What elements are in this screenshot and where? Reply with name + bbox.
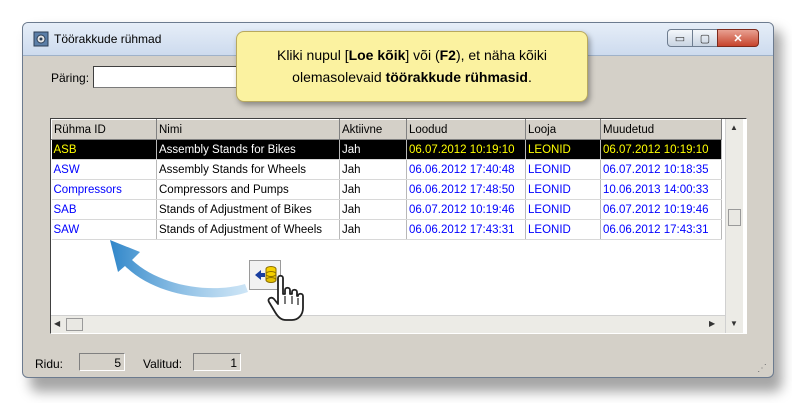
column-header-modified[interactable]: Muudetud	[600, 119, 722, 140]
scroll-right-icon[interactable]: ▶	[709, 319, 715, 328]
column-header-active[interactable]: Aktiivne	[339, 119, 407, 140]
hint-text: ] või (	[405, 47, 440, 63]
column-header-created[interactable]: Loodud	[406, 119, 526, 140]
cell-active: Jah	[339, 199, 407, 220]
maximize-icon: ▢	[699, 32, 711, 45]
hint-text: olemasolevaid	[292, 69, 386, 85]
cell-group-id: Compressors	[51, 179, 157, 200]
cell-creator: LEONID	[525, 139, 601, 160]
cell-modified: 06.07.2012 10:18:35	[600, 159, 722, 180]
minimize-icon: ▭	[674, 32, 686, 45]
hint-line-2: olemasolevaid töörakkude rühmasid.	[237, 66, 587, 88]
hint-text: .	[527, 69, 532, 85]
window-title: Töörakkude rühmad	[54, 32, 162, 46]
rows-count-value: 5	[79, 353, 125, 371]
query-input[interactable]	[93, 66, 253, 88]
cell-name: Compressors and Pumps	[156, 179, 340, 200]
hint-text: Kliki nupul [	[276, 47, 349, 63]
cell-active: Jah	[339, 179, 407, 200]
close-button[interactable]: ✕	[717, 29, 759, 47]
horizontal-scroll-thumb[interactable]	[66, 318, 83, 331]
hint-callout: Kliki nupul [Loe kõik] või (F2), et näha…	[236, 31, 588, 102]
cell-created: 06.07.2012 10:19:10	[406, 139, 526, 160]
table-row[interactable]: ASB Assembly Stands for Bikes Jah 06.07.…	[51, 139, 722, 160]
window-controls: ▭ ▢ ✕	[667, 29, 759, 47]
column-header-name[interactable]: Nimi	[156, 119, 340, 140]
cell-modified: 06.07.2012 10:19:46	[600, 199, 722, 220]
column-header-group-id[interactable]: Rühma ID	[51, 119, 157, 140]
cell-group-id: ASW	[51, 159, 157, 180]
minimize-button[interactable]: ▭	[667, 29, 693, 47]
cell-created: 06.06.2012 17:43:31	[406, 219, 526, 240]
cell-creator: LEONID	[525, 179, 601, 200]
table-row[interactable]: ASW Assembly Stands for Wheels Jah 06.06…	[51, 159, 722, 180]
scroll-down-icon[interactable]: ▼	[730, 319, 738, 328]
table-row[interactable]: SAB Stands of Adjustment of Bikes Jah 06…	[51, 199, 722, 220]
cell-active: Jah	[339, 219, 407, 240]
cell-created: 06.07.2012 10:19:46	[406, 199, 526, 220]
pointer-hand-icon	[267, 274, 304, 321]
hint-text: ), et näha kõiki	[455, 47, 548, 63]
close-icon: ✕	[733, 32, 743, 45]
curved-arrow-icon	[110, 240, 248, 298]
cell-modified: 06.06.2012 17:43:31	[600, 219, 722, 240]
rows-count-label: Ridu:	[35, 357, 64, 371]
cell-creator: LEONID	[525, 199, 601, 220]
cell-active: Jah	[339, 159, 407, 180]
cell-creator: LEONID	[525, 219, 601, 240]
cell-created: 06.06.2012 17:40:48	[406, 159, 526, 180]
hint-line-1: Kliki nupul [Loe kõik] või (F2), et näha…	[237, 44, 587, 66]
cell-name: Assembly Stands for Bikes	[156, 139, 340, 160]
cell-modified: 10.06.2013 14:00:33	[600, 179, 722, 200]
selected-count-value: 1	[193, 353, 241, 371]
horizontal-scrollbar[interactable]: ◀ ▶	[51, 315, 725, 333]
cell-name: Assembly Stands for Wheels	[156, 159, 340, 180]
maximize-button[interactable]: ▢	[692, 29, 718, 47]
hint-load-all: Loe kõik	[348, 47, 406, 63]
cell-creator: LEONID	[525, 159, 601, 180]
status-bar: Ridu: 5 Valitud: 1 ⋰	[23, 350, 773, 377]
vertical-scroll-thumb[interactable]	[728, 209, 741, 226]
cell-modified: 06.07.2012 10:19:10	[600, 139, 722, 160]
table-header-row: Rühma ID Nimi Aktiivne Loodud Looja Muud…	[51, 119, 722, 140]
selected-count-label: Valitud:	[143, 357, 183, 371]
query-label: Päring:	[51, 71, 90, 85]
table-row[interactable]: Compressors Compressors and Pumps Jah 06…	[51, 179, 722, 200]
hint-groups: töörakkude rühmasid	[385, 69, 528, 85]
column-header-creator[interactable]: Looja	[525, 119, 601, 140]
scroll-left-icon[interactable]: ◀	[54, 319, 60, 328]
cell-group-id: SAB	[51, 199, 157, 220]
cell-group-id: ASB	[51, 139, 157, 160]
vertical-scrollbar[interactable]: ▲ ▼	[725, 119, 743, 333]
cell-created: 06.06.2012 17:48:50	[406, 179, 526, 200]
scroll-up-icon[interactable]: ▲	[730, 123, 738, 132]
cell-active: Jah	[339, 139, 407, 160]
resize-grip-icon[interactable]: ⋰	[757, 363, 767, 374]
app-icon	[33, 31, 49, 47]
cell-name: Stands of Adjustment of Bikes	[156, 199, 340, 220]
hint-shortcut: F2	[439, 47, 456, 63]
